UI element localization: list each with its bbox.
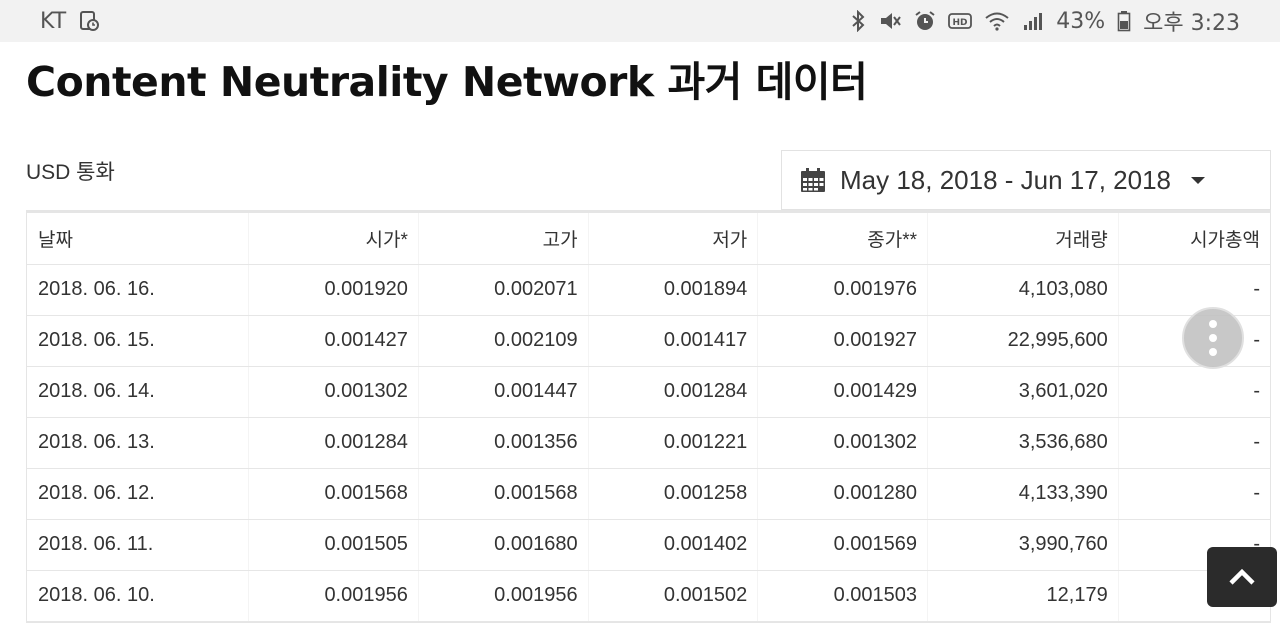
cell-volume: 4,133,390 — [927, 468, 1119, 520]
cell-volume: 3,601,020 — [927, 366, 1119, 418]
battery-percent: 43% — [1056, 8, 1106, 34]
cell-close: 0.001503 — [757, 570, 929, 622]
cell-close: 0.001302 — [757, 417, 929, 469]
cell-open: 0.001284 — [248, 417, 419, 469]
cell-open: 0.001568 — [248, 468, 419, 520]
cell-low: 0.001258 — [588, 468, 759, 520]
cell-low: 0.001221 — [588, 417, 759, 469]
wifi-icon — [984, 10, 1010, 32]
col-header-date: 날짜 — [27, 213, 250, 265]
col-header-open: 시가* — [248, 213, 419, 265]
cell-open: 0.001956 — [248, 570, 419, 622]
currency-label: USD 통화 — [26, 161, 115, 184]
col-header-high: 고가 — [418, 213, 589, 265]
cell-high: 0.001447 — [418, 366, 589, 418]
scroll-to-top-button[interactable] — [1207, 547, 1277, 607]
cell-volume: 22,995,600 — [927, 315, 1119, 367]
cell-open: 0.001302 — [248, 366, 419, 418]
cell-date: 2018. 06. 14. — [27, 366, 250, 418]
table-row: 2018. 06. 14. 0.001302 0.001447 0.001284… — [27, 366, 1270, 418]
date-range-picker[interactable]: May 18, 2018 - Jun 17, 2018 — [781, 150, 1271, 210]
table-row: 2018. 06. 12. 0.001568 0.001568 0.001258… — [27, 468, 1270, 520]
cell-low: 0.001284 — [588, 366, 759, 418]
col-header-volume: 거래량 — [927, 213, 1119, 265]
vibrate-icon — [878, 10, 902, 32]
cell-open: 0.001427 — [248, 315, 419, 367]
col-header-market-cap: 시가총액 — [1118, 213, 1270, 265]
clock: 오후 3:23 — [1143, 11, 1240, 36]
cell-low: 0.001417 — [588, 315, 759, 367]
more-vertical-icon — [1209, 320, 1217, 328]
table-row: 2018. 06. 16. 0.001920 0.002071 0.001894… — [27, 264, 1270, 316]
col-header-low: 저가 — [588, 213, 759, 265]
cell-volume: 3,536,680 — [927, 417, 1119, 469]
col-header-close: 종가** — [757, 213, 929, 265]
cell-close: 0.001976 — [757, 264, 929, 316]
chevron-down-icon — [1191, 176, 1206, 184]
cell-open: 0.001920 — [248, 264, 419, 316]
cell-date: 2018. 06. 12. — [27, 468, 250, 520]
cell-high: 0.001356 — [418, 417, 589, 469]
cell-close: 0.001280 — [757, 468, 929, 520]
bluetooth-icon — [850, 10, 866, 32]
status-bar: KT HD 43% 오후 3:23 — [0, 0, 1280, 42]
cell-date: 2018. 06. 15. — [27, 315, 250, 367]
svg-text:HD: HD — [953, 18, 968, 28]
cell-market-cap: - — [1118, 264, 1270, 316]
cell-high: 0.001568 — [418, 468, 589, 520]
cell-volume: 4,103,080 — [927, 264, 1119, 316]
table-header-row: 날짜 시가* 고가 저가 종가** 거래량 시가총액 — [27, 213, 1270, 265]
cell-high: 0.001680 — [418, 519, 589, 571]
cell-market-cap: - — [1118, 468, 1270, 520]
date-range-value: May 18, 2018 - Jun 17, 2018 — [840, 164, 1172, 195]
status-left: KT — [40, 9, 100, 34]
cell-low: 0.001502 — [588, 570, 759, 622]
cell-market-cap: - — [1118, 366, 1270, 418]
cell-date: 2018. 06. 16. — [27, 264, 250, 316]
signal-icon — [1022, 10, 1044, 32]
more-vertical-icon-dot — [1209, 334, 1217, 342]
chevron-up-icon — [1228, 568, 1256, 586]
cell-volume: 3,990,760 — [927, 519, 1119, 571]
battery-icon — [1117, 10, 1131, 32]
hd-icon: HD — [948, 11, 973, 31]
screenshot-icon — [78, 10, 100, 32]
cell-low: 0.001894 — [588, 264, 759, 316]
table-row: 2018. 06. 13. 0.001284 0.001356 0.001221… — [27, 417, 1270, 469]
more-vertical-icon-dot — [1209, 348, 1217, 356]
cell-date: 2018. 06. 13. — [27, 417, 250, 469]
cell-close: 0.001927 — [757, 315, 929, 367]
historical-data-table: 날짜 시가* 고가 저가 종가** 거래량 시가총액 2018. 06. 16.… — [26, 210, 1271, 623]
cell-high: 0.002071 — [418, 264, 589, 316]
page-title: Content Neutrality Network 과거 데이터 — [26, 58, 868, 106]
cell-low: 0.001402 — [588, 519, 759, 571]
cell-close: 0.001569 — [757, 519, 929, 571]
cell-date: 2018. 06. 10. — [27, 570, 250, 622]
cell-high: 0.001956 — [418, 570, 589, 622]
cell-volume: 12,179 — [927, 570, 1119, 622]
table-row: 2018. 06. 11. 0.001505 0.001680 0.001402… — [27, 519, 1270, 571]
carrier-label: KT — [40, 8, 67, 34]
table-row: 2018. 06. 15. 0.001427 0.002109 0.001417… — [27, 315, 1270, 367]
calendar-icon — [800, 167, 826, 193]
cell-close: 0.001429 — [757, 366, 929, 418]
more-options-button[interactable] — [1182, 307, 1244, 369]
cell-market-cap: - — [1118, 417, 1270, 469]
cell-date: 2018. 06. 11. — [27, 519, 250, 571]
cell-open: 0.001505 — [248, 519, 419, 571]
cell-high: 0.002109 — [418, 315, 589, 367]
table-row: 2018. 06. 10. 0.001956 0.001956 0.001502… — [27, 570, 1270, 622]
alarm-icon — [914, 10, 936, 32]
status-right: HD 43% 오후 3:23 — [850, 5, 1240, 37]
